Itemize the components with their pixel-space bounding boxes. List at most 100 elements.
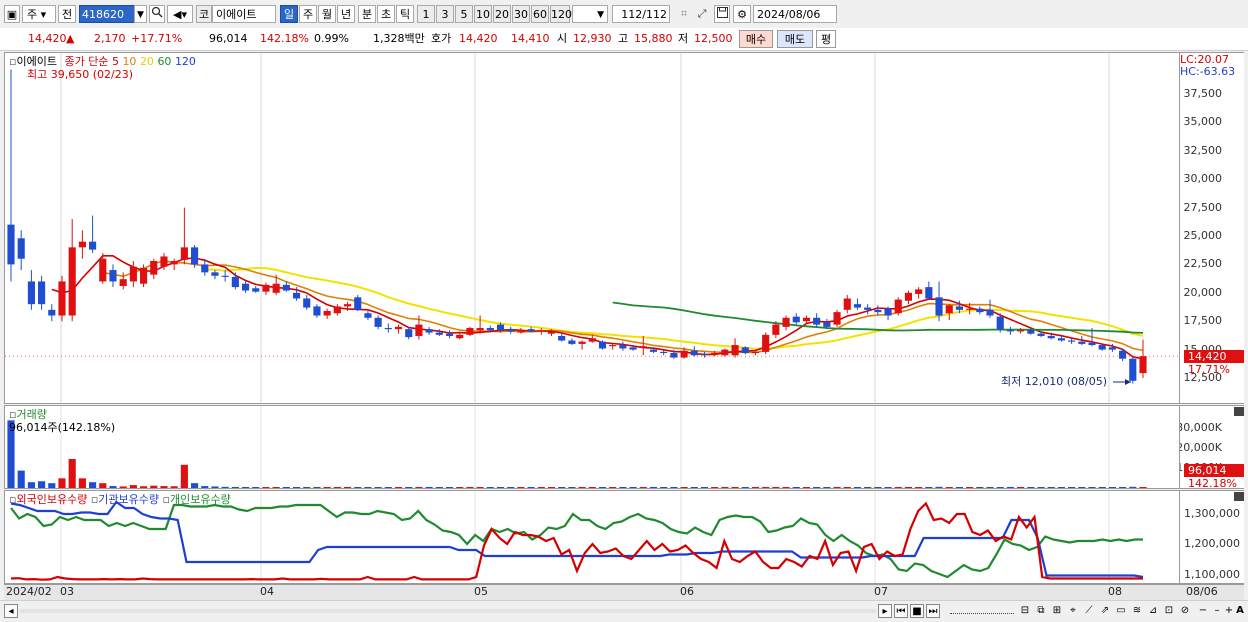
candle-body (609, 345, 617, 347)
lock-icon[interactable]: ⊡ (1162, 604, 1176, 618)
candle-body (527, 329, 535, 332)
measure-icon[interactable]: ⊿ (1146, 604, 1160, 618)
crosshair-icon[interactable]: ⌖ (1066, 604, 1080, 618)
period-tab-year[interactable]: 년 (337, 5, 355, 23)
candle-body (772, 324, 780, 335)
candle-body (1119, 350, 1127, 359)
interval-3[interactable]: 3 (436, 5, 454, 23)
volume-bar (1027, 487, 1035, 488)
candle-body (180, 247, 188, 260)
candle-body (496, 324, 505, 331)
custom-interval-select[interactable]: ▼ (572, 5, 608, 23)
interval-120[interactable]: 120 (550, 5, 572, 23)
volume-bar (690, 487, 698, 488)
period-tab-day[interactable]: 일 (280, 5, 298, 23)
volume-bar (588, 487, 596, 488)
period-tab-second[interactable]: 초 (377, 5, 395, 23)
trend-line-icon[interactable]: ⤢ (694, 5, 710, 23)
legend-square-icon: ▫ (162, 493, 170, 506)
price-chart-panel[interactable]: ▫이에이트 종가 단순 5 10 20 60 120 최고 39,650 (02… (4, 52, 1180, 404)
volume-bar (1139, 487, 1147, 488)
search-icon[interactable] (149, 5, 165, 23)
fast-forward-icon[interactable]: ⏭ (926, 604, 940, 618)
prev-button[interactable]: 전 (58, 5, 76, 23)
candle-body (731, 345, 739, 356)
volume-bar (517, 487, 525, 488)
candle-body (68, 247, 76, 316)
volume-bar (792, 487, 800, 488)
period-tab-month[interactable]: 월 (318, 5, 336, 23)
volume-bar (874, 487, 882, 488)
draw-line-icon[interactable]: ⟋ (1082, 604, 1096, 618)
candle-body (486, 328, 494, 331)
volume-bar (731, 487, 739, 488)
scroll-right-icon[interactable]: ▸ (878, 604, 892, 618)
current-price-badge: 14,420 (1184, 350, 1244, 363)
buy-button[interactable]: 매수 (739, 30, 773, 48)
candle-body (904, 292, 913, 301)
interval-60[interactable]: 60 (531, 5, 549, 23)
horizontal-scrollbar[interactable] (20, 609, 876, 613)
high-price: 15,880 (634, 32, 673, 45)
stop-icon[interactable]: ■ (910, 604, 924, 618)
legend-ma-120: 120 (174, 55, 196, 68)
volume-bar (201, 486, 209, 488)
save-icon[interactable] (714, 5, 730, 23)
interval-20[interactable]: 20 (493, 5, 511, 23)
volume-bar (853, 487, 862, 488)
price-change: 2,170 (94, 32, 126, 45)
interval-5[interactable]: 5 (455, 5, 473, 23)
data-count-field[interactable]: 112/112 (612, 5, 670, 23)
copy-icon[interactable]: ⧉ (1034, 604, 1048, 618)
holdings-panel[interactable]: ▫외국인보유수량 ▫기관보유수량 ▫개인보유수량 (4, 490, 1180, 584)
interval-30[interactable]: 30 (512, 5, 530, 23)
period-tab-tick[interactable]: 틱 (396, 5, 414, 23)
candle-body (935, 297, 943, 316)
draw-arrow-icon[interactable]: ⇗ (1098, 604, 1112, 618)
grid-icon[interactable]: ⊞ (1050, 604, 1064, 618)
volume-bar (813, 487, 821, 488)
stock-code-input[interactable]: 418620 (79, 5, 135, 23)
scroll-left-icon[interactable]: ◂ (4, 604, 18, 618)
x-label: 03 (60, 585, 74, 598)
candle-body (680, 350, 688, 358)
price-chart[interactable] (5, 53, 1180, 404)
interval-10[interactable]: 10 (474, 5, 492, 23)
interval-1[interactable]: 1 (417, 5, 435, 23)
speaker-icon[interactable]: ◀▾ (167, 5, 193, 23)
volume-bar (374, 487, 382, 488)
period-tab-minute[interactable]: 분 (358, 5, 376, 23)
x-label: 06 (680, 585, 694, 598)
market-select[interactable]: 주 ▾ (22, 5, 56, 23)
font-size-icon[interactable]: A (1233, 604, 1247, 618)
x-label: 04 (260, 585, 274, 598)
minus-icon[interactable]: − (1196, 604, 1210, 618)
text-icon[interactable]: ⊘ (1178, 604, 1192, 618)
sell-button[interactable]: 매도 (777, 30, 813, 48)
code-dropdown-icon[interactable]: ▼ (134, 5, 147, 23)
panel-close-icon[interactable] (1234, 492, 1244, 501)
volume-panel[interactable]: ▫거래량 96,014주(142.18%) (4, 405, 1180, 489)
volume-bar (915, 487, 923, 488)
candle-body (517, 331, 525, 333)
candle-body (690, 350, 698, 356)
zoom-slider[interactable] (950, 611, 1014, 614)
period-tab-week[interactable]: 주 (299, 5, 317, 23)
gear-icon[interactable]: ⚙ (733, 5, 751, 23)
rewind-icon[interactable]: ⏮ (894, 604, 908, 618)
fibonacci-icon[interactable]: ≋ (1130, 604, 1144, 618)
stock-name-field[interactable]: 이에이트 (212, 5, 276, 23)
candle-body (201, 264, 209, 273)
zoom-out-icon[interactable]: ⊟ (1018, 604, 1032, 618)
draw-rect-icon[interactable]: ▭ (1114, 604, 1128, 618)
price-tick: 30,000 (1183, 172, 1223, 186)
date-field[interactable]: 2024/08/06 (753, 5, 837, 23)
price-tick: 37,500 (1183, 87, 1223, 100)
evaluation-button[interactable]: 평 (816, 30, 836, 48)
window-menu-icon[interactable]: ▣ (4, 5, 20, 23)
candle-style-icon[interactable]: ⌗ (676, 5, 692, 23)
volume-chart[interactable] (5, 406, 1180, 489)
volume-bar (660, 487, 668, 488)
panel-close-icon[interactable] (1234, 407, 1244, 416)
volume-bar (741, 487, 749, 488)
